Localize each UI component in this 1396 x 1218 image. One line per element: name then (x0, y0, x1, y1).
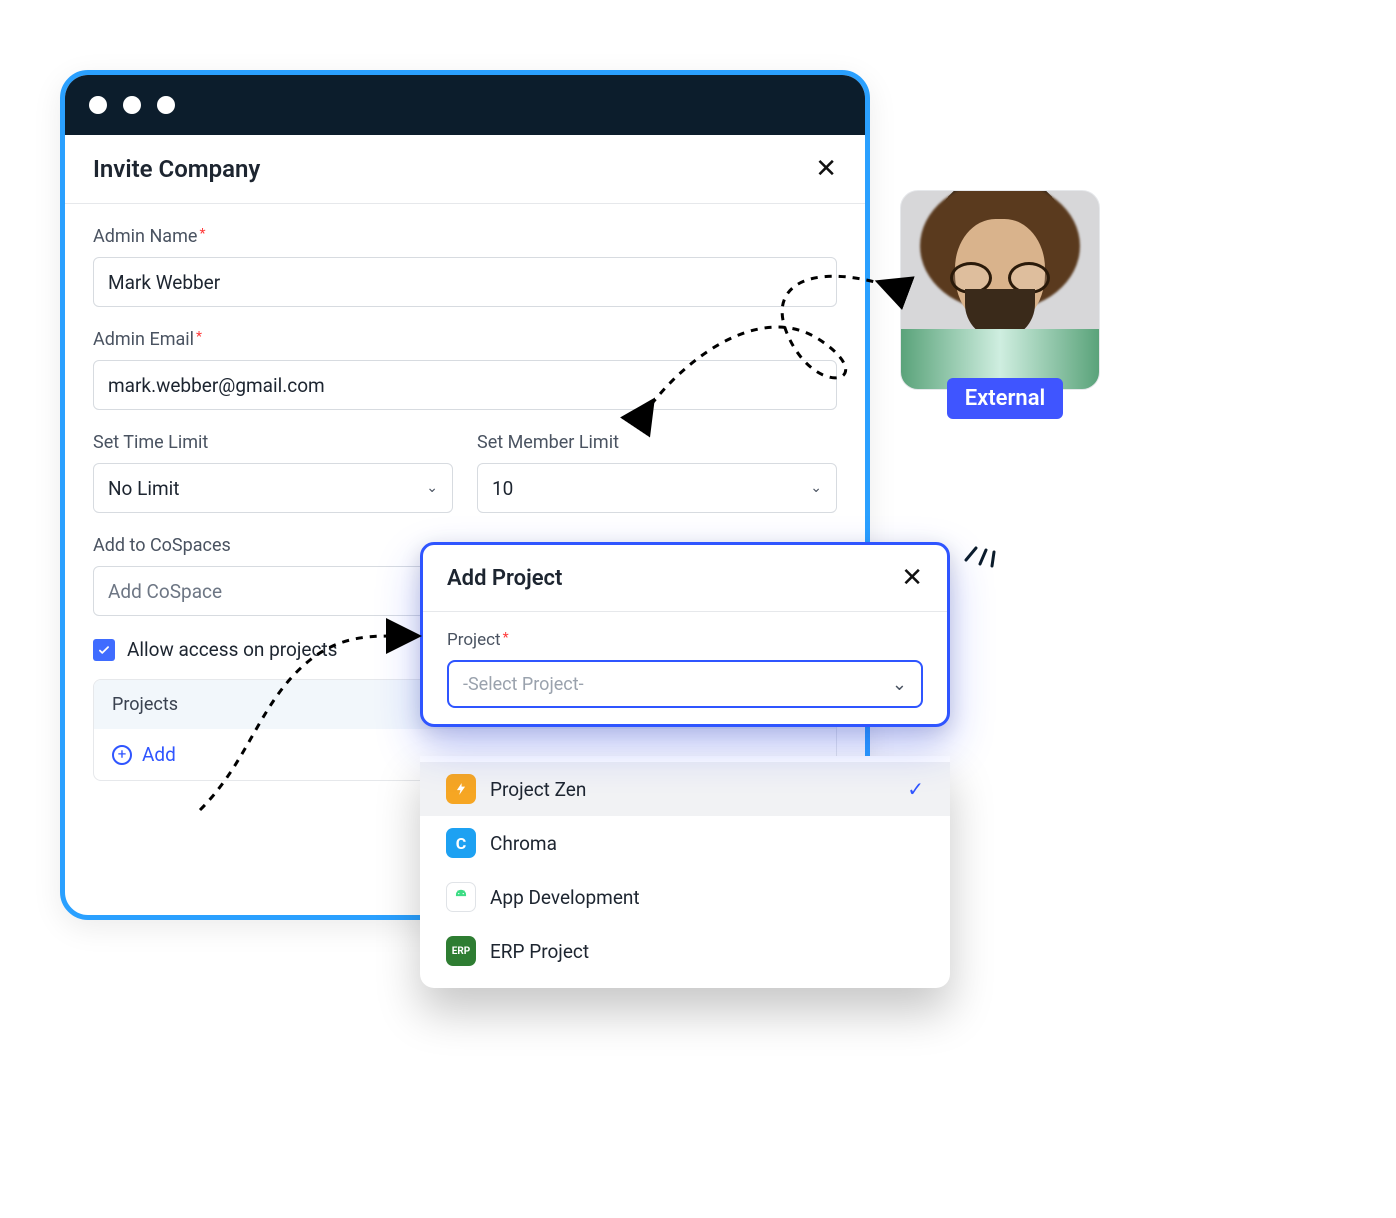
select-value: No Limit (108, 477, 179, 500)
member-limit-label: Set Member Limit (477, 432, 837, 453)
project-dropdown: Project Zen ✓ C Chroma App Development E… (420, 756, 950, 988)
allow-projects-label: Allow access on projects (127, 638, 337, 661)
project-select[interactable]: -Select Project- ⌄ (447, 660, 923, 708)
admin-email-input[interactable]: mark.webber@gmail.com (93, 360, 837, 410)
option-label: ERP Project (490, 940, 589, 963)
select-value: 10 (492, 477, 513, 500)
dialog-header: Invite Company ✕ (65, 135, 865, 204)
add-project-popover: Add Project ✕ Project* -Select Project- … (420, 542, 950, 727)
label-text: Admin Name (93, 226, 197, 247)
check-icon: ✓ (907, 777, 924, 801)
window-titlebar (65, 75, 865, 135)
label-text: Project (447, 630, 501, 650)
required-mark: * (503, 630, 509, 646)
external-user-card: External (900, 190, 1110, 419)
time-limit-label: Set Time Limit (93, 432, 453, 453)
time-limit-select[interactable]: No Limit ⌄ (93, 463, 453, 513)
project-field-label: Project* (447, 630, 923, 650)
label-text: Admin Email (93, 329, 194, 350)
option-label: Project Zen (490, 778, 586, 801)
android-icon (452, 888, 470, 906)
external-badge: External (947, 378, 1064, 419)
option-label: Chroma (490, 832, 557, 855)
admin-name-input[interactable]: Mark Webber (93, 257, 837, 307)
avatar (900, 190, 1100, 390)
project-option-app-dev[interactable]: App Development (420, 870, 950, 924)
window-dot (157, 96, 175, 114)
admin-name-field: Admin Name* Mark Webber (93, 226, 837, 307)
option-label: App Development (490, 886, 640, 909)
admin-email-label: Admin Email* (93, 329, 837, 350)
input-placeholder: Add CoSpace (108, 580, 222, 603)
plus-circle-icon: + (112, 745, 132, 765)
project-icon (446, 774, 476, 804)
project-option-zen[interactable]: Project Zen ✓ (420, 762, 950, 816)
spark-decoration (956, 520, 1006, 570)
project-icon: C (446, 828, 476, 858)
popover-header: Add Project ✕ (423, 545, 947, 612)
project-icon: ERP (446, 936, 476, 966)
time-limit-field: Set Time Limit No Limit ⌄ (93, 432, 453, 513)
member-limit-field: Set Member Limit 10 ⌄ (477, 432, 837, 513)
chevron-down-icon: ⌄ (810, 480, 822, 496)
chevron-down-icon: ⌄ (426, 480, 438, 496)
close-icon[interactable]: ✕ (901, 565, 923, 591)
member-limit-select[interactable]: 10 ⌄ (477, 463, 837, 513)
dialog-title: Invite Company (93, 155, 260, 183)
popover-body: Project* -Select Project- ⌄ (423, 612, 947, 724)
project-option-erp[interactable]: ERP ERP Project (420, 924, 950, 978)
chevron-down-icon: ⌄ (892, 674, 907, 695)
allow-projects-checkbox[interactable] (93, 639, 115, 661)
window-dot (123, 96, 141, 114)
project-icon (446, 882, 476, 912)
check-icon (97, 643, 111, 657)
window-dot (89, 96, 107, 114)
input-value: mark.webber@gmail.com (108, 374, 325, 397)
required-mark: * (199, 226, 205, 242)
input-value: Mark Webber (108, 271, 220, 294)
bolt-icon (454, 780, 468, 798)
popover-title: Add Project (447, 566, 562, 591)
admin-name-label: Admin Name* (93, 226, 837, 247)
project-option-chroma[interactable]: C Chroma (420, 816, 950, 870)
admin-email-field: Admin Email* mark.webber@gmail.com (93, 329, 837, 410)
required-mark: * (196, 329, 202, 345)
add-label: Add (142, 743, 176, 766)
limits-row: Set Time Limit No Limit ⌄ Set Member Lim… (93, 432, 837, 535)
close-icon[interactable]: ✕ (815, 156, 837, 182)
select-placeholder: -Select Project- (463, 674, 584, 695)
